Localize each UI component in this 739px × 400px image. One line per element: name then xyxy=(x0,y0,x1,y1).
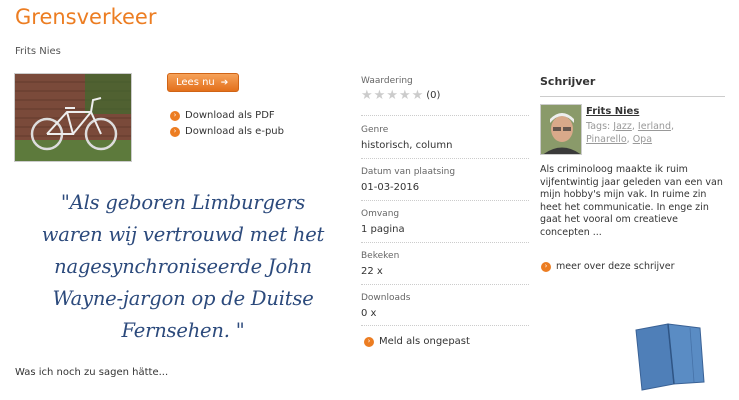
views-label: Bekeken xyxy=(361,251,400,261)
report-label: Meld als ongepast xyxy=(379,336,470,347)
rating-count: (0) xyxy=(426,90,441,101)
genre-block: Genre historisch, column xyxy=(361,125,529,151)
tag-link[interactable]: Jazz xyxy=(613,121,632,132)
size-value: 1 pagina xyxy=(361,224,405,235)
writer-bio: Als criminoloog maakte ik ruim vijfentwi… xyxy=(540,164,723,238)
story-teaser: Was ich noch zu sagen hätte... xyxy=(15,367,169,378)
divider xyxy=(361,158,529,159)
read-now-button[interactable]: Lees nu ➔ xyxy=(167,73,239,92)
chevron-right-icon: › xyxy=(170,126,180,137)
divider xyxy=(361,325,529,326)
star-icon[interactable]: ★ xyxy=(361,89,373,102)
date-value: 01-03-2016 xyxy=(361,182,420,193)
views-block: Bekeken 22 x xyxy=(361,251,529,277)
star-icon[interactable]: ★ xyxy=(412,89,424,102)
date-block: Datum van plaatsing 01-03-2016 xyxy=(361,167,529,193)
downloads-block: Downloads 0 x xyxy=(361,293,529,319)
writer-tags: Tags: Jazz, Ierland, Pinarello, Opa xyxy=(586,121,675,145)
rating-stars[interactable]: ★ ★ ★ ★ ★ (0) xyxy=(361,89,529,102)
tag-link[interactable]: Opa xyxy=(633,134,652,145)
divider xyxy=(361,284,529,285)
download-pdf-label: Download als PDF xyxy=(185,110,275,121)
views-value: 22 x xyxy=(361,266,383,277)
writer-heading: Schrijver xyxy=(540,75,596,88)
divider xyxy=(540,96,725,97)
tag-link[interactable]: Ierland xyxy=(638,121,671,132)
star-icon[interactable]: ★ xyxy=(374,89,386,102)
open-book-icon xyxy=(630,320,710,396)
chevron-right-icon: › xyxy=(364,336,374,347)
genre-value: historisch, column xyxy=(361,140,453,151)
more-about-writer-link[interactable]: › meer over deze schrijver xyxy=(541,261,675,272)
chevron-right-icon: › xyxy=(170,110,180,121)
downloads-value: 0 x xyxy=(361,308,377,319)
download-epub-label: Download als e-pub xyxy=(185,126,284,137)
size-block: Omvang 1 pagina xyxy=(361,209,529,235)
chevron-right-icon: › xyxy=(541,261,551,272)
star-icon[interactable]: ★ xyxy=(399,89,411,102)
writer-name-link[interactable]: Frits Nies xyxy=(586,106,639,117)
star-icon[interactable]: ★ xyxy=(386,89,398,102)
author-name[interactable]: Frits Nies xyxy=(15,46,61,57)
divider xyxy=(361,115,529,116)
divider xyxy=(361,200,529,201)
avatar[interactable] xyxy=(540,104,582,155)
divider xyxy=(361,242,529,243)
date-label: Datum van plaatsing xyxy=(361,167,456,177)
genre-label: Genre xyxy=(361,125,389,135)
more-about-writer-label: meer over deze schrijver xyxy=(556,261,675,272)
cover-image xyxy=(14,73,132,162)
downloads-label: Downloads xyxy=(361,293,411,303)
report-link[interactable]: › Meld als ongepast xyxy=(364,336,470,347)
arrow-right-icon: ➔ xyxy=(220,77,229,88)
size-label: Omvang xyxy=(361,209,400,219)
rating-block: Waardering ★ ★ ★ ★ ★ (0) xyxy=(361,76,529,102)
featured-quote: "Als geboren Limburgers waren wij vertro… xyxy=(41,191,325,342)
download-pdf-link[interactable]: › Download als PDF xyxy=(170,110,275,121)
tag-link[interactable]: Pinarello xyxy=(586,134,627,145)
page-title: Grensverkeer xyxy=(15,5,157,29)
download-epub-link[interactable]: › Download als e-pub xyxy=(170,126,284,137)
tags-label: Tags: xyxy=(586,121,611,132)
read-now-label: Lees nu xyxy=(176,77,215,88)
rating-label: Waardering xyxy=(361,76,413,86)
